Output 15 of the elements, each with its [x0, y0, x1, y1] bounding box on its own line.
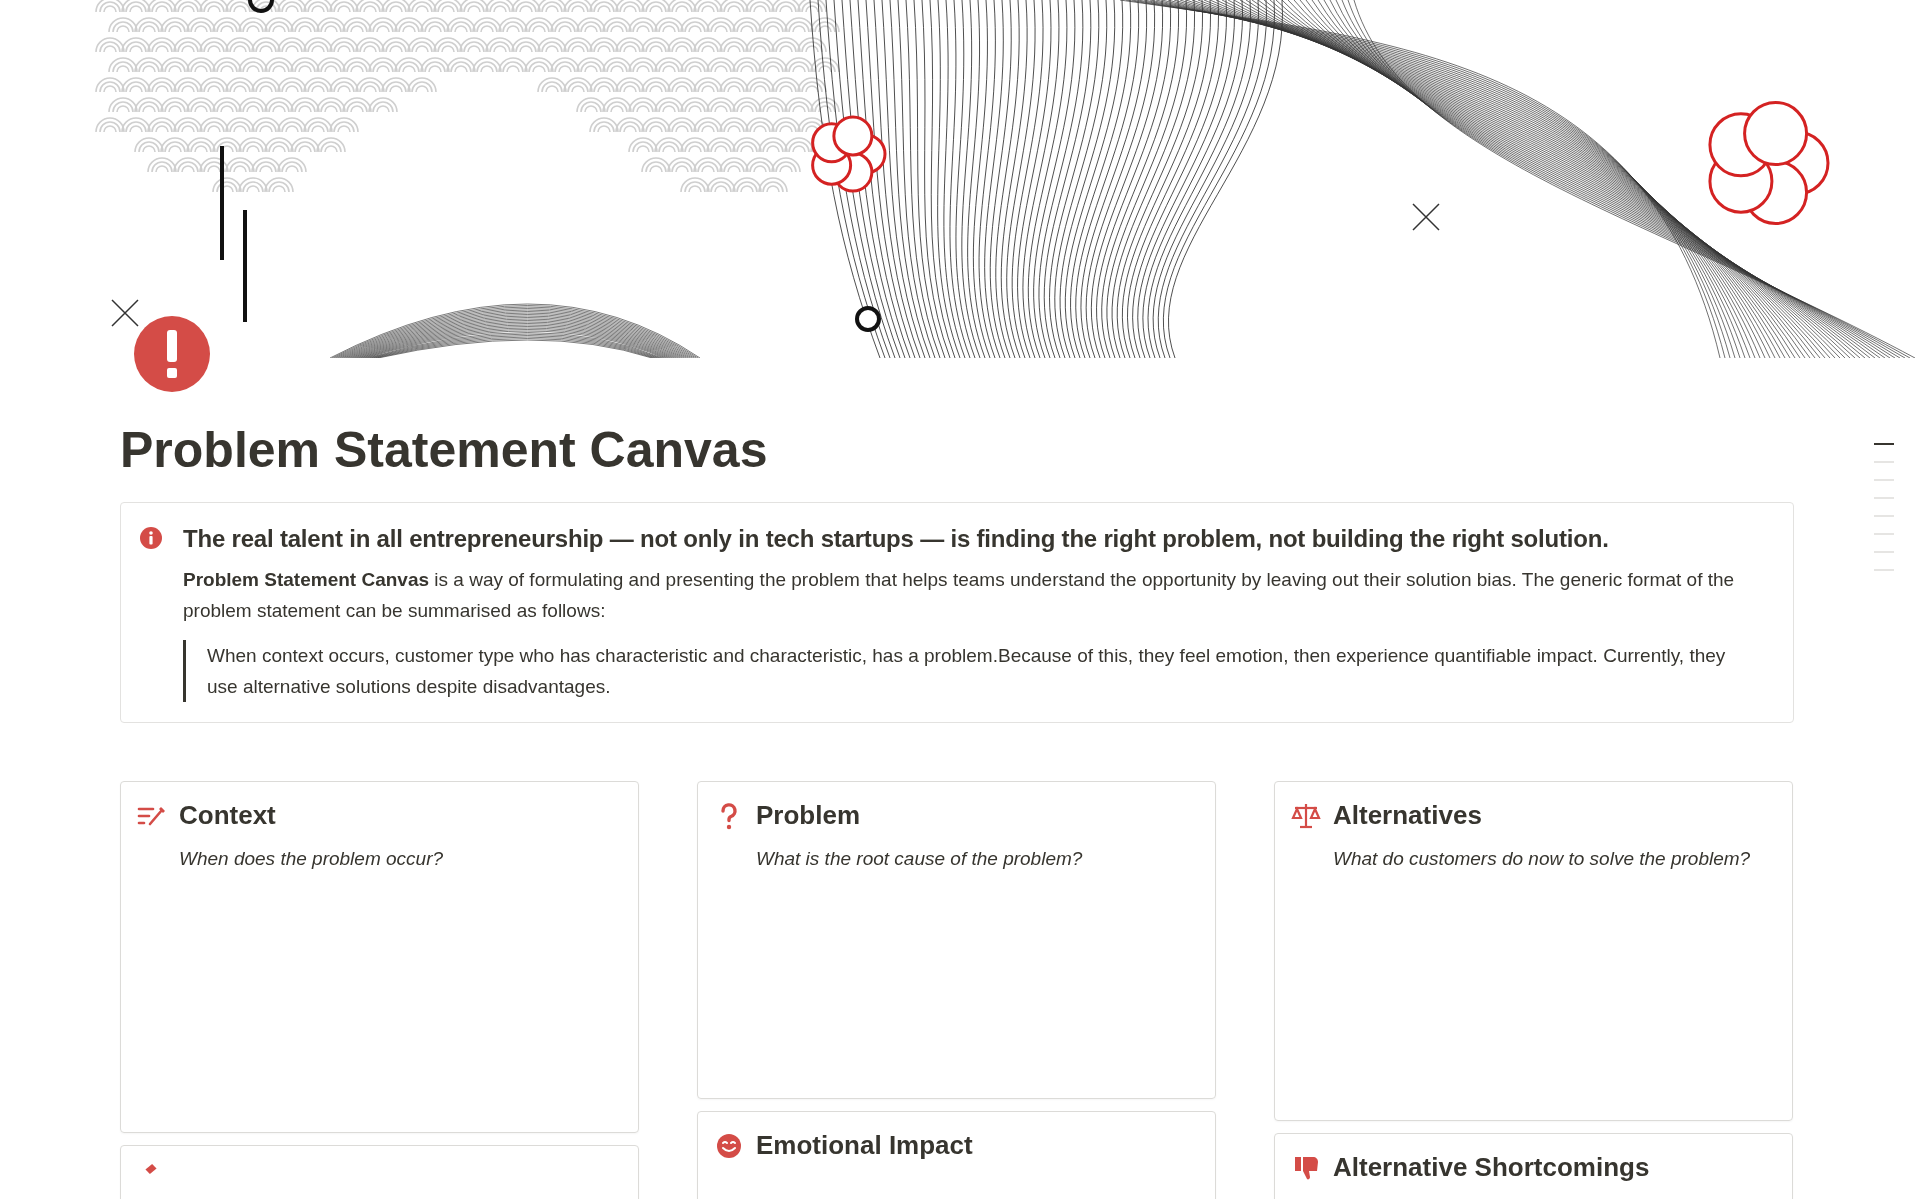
- card-title: Emotional Impact: [756, 1130, 973, 1162]
- card-title: Context: [179, 800, 276, 832]
- exclamation-icon: [134, 316, 210, 392]
- card-title: Alternative Shortcomings: [1333, 1152, 1650, 1184]
- card-title: Problem: [756, 800, 861, 832]
- card-title: Alternatives: [1333, 800, 1482, 832]
- card-prompt: What do customers do now to solve the problem?: [1333, 847, 1752, 872]
- callout-paragraph: Problem Statement Canvas is a way of formulating and presenting the problem that helps teams understand the opportunity by leaving out their solution bias. The generic format of the problem statement can be summarised as follows:: [183, 568, 1736, 624]
- page-title: Problem Statement Canvas: [120, 421, 769, 480]
- outline-marker[interactable]: [1874, 443, 1894, 445]
- card-prompt: When does the problem occur?: [179, 847, 445, 872]
- card-prompt: What is the root cause of the problem?: [756, 847, 1084, 872]
- callout-heading: The real talent in all entrepreneurship — not only in tech startups — is finding the right problem, not building the right solution.: [183, 524, 1610, 554]
- blockquote: When context occurs, customer type who has characteristic and characteristic, has a problem.Because of this, they feel emotion, then experience quantifiable impact. Currently, they use alternative solutions despite disadvantages.: [183, 640, 1753, 703]
- info-icon: [139, 526, 163, 550]
